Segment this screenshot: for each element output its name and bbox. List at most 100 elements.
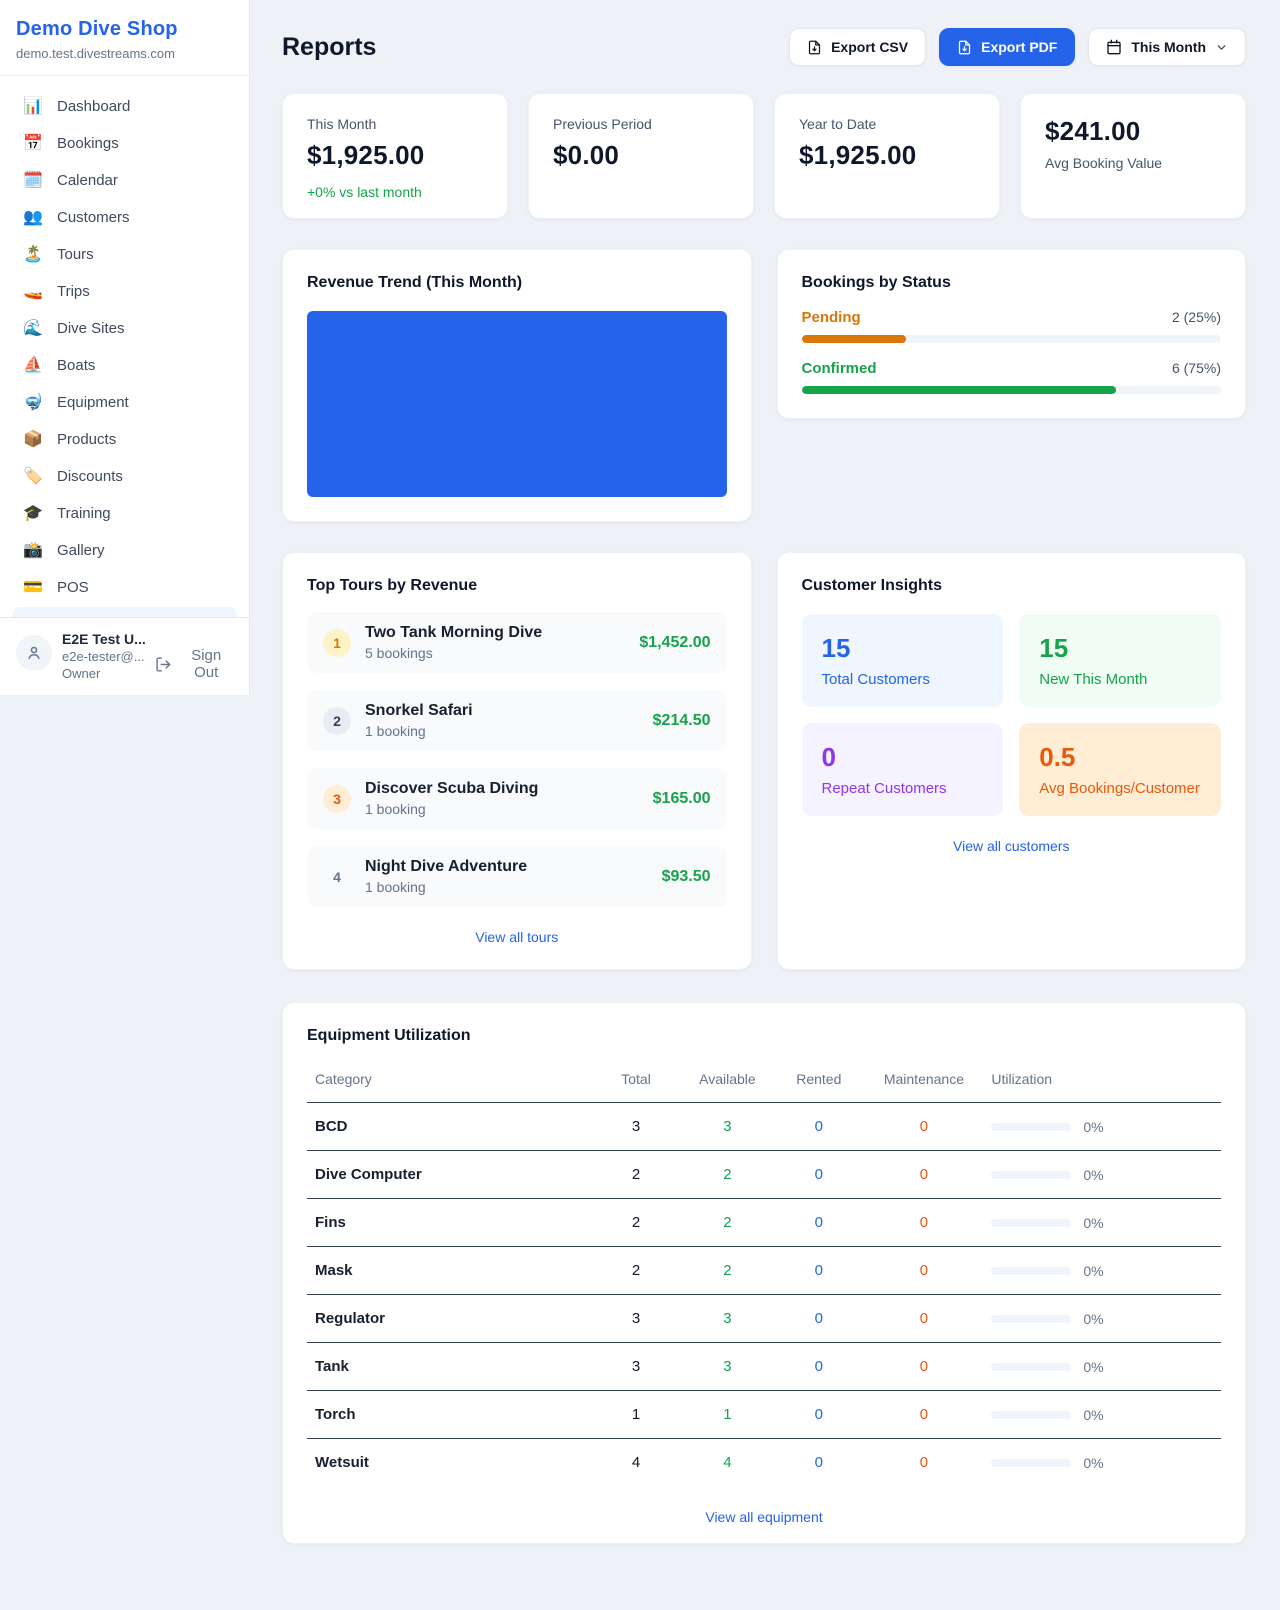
cell-category: Tank — [307, 1343, 590, 1391]
top-tours-card: Top Tours by Revenue 1 Two Tank Morning … — [282, 552, 752, 970]
stat-label: Avg Booking Value — [1045, 155, 1221, 171]
sidebar-item-label: POS — [57, 579, 89, 596]
cell-total: 1 — [590, 1391, 681, 1439]
cell-available: 1 — [682, 1391, 773, 1439]
sidebar-item-calendar[interactable]: 🗓️ Calendar — [12, 162, 237, 199]
utilization-percent: 0% — [1083, 1407, 1103, 1423]
cell-rented: 0 — [773, 1391, 864, 1439]
export-csv-button[interactable]: Export CSV — [789, 28, 926, 66]
sidebar-user-panel: E2E Test U... e2e-tester@... Owner Sign … — [0, 617, 249, 695]
utilization-percent: 0% — [1083, 1167, 1103, 1183]
page-title: Reports — [282, 33, 376, 62]
tile-value: 0.5 — [1039, 742, 1201, 773]
cell-rented: 0 — [773, 1247, 864, 1295]
camera-icon: 📸 — [22, 543, 44, 559]
equipment-utilization-card: Equipment Utilization Category Total Ava… — [282, 1002, 1246, 1544]
sidebar-item-discounts[interactable]: 🏷️ Discounts — [12, 458, 237, 495]
sign-out-icon — [155, 656, 172, 673]
tour-name: Night Dive Adventure — [365, 858, 527, 876]
user-meta: E2E Test U... e2e-tester@... Owner — [62, 631, 145, 681]
stat-label: This Month — [307, 116, 483, 132]
stat-delta: +0% vs last month — [307, 184, 483, 200]
stat-card-avg-booking-value: $241.00 Avg Booking Value — [1020, 93, 1246, 219]
view-all-tours-link[interactable]: View all tours — [307, 929, 727, 945]
tile-value: 0 — [822, 742, 984, 773]
cell-maintenance: 0 — [865, 1103, 984, 1151]
rank-badge: 4 — [323, 863, 351, 891]
sidebar-item-pos[interactable]: 💳 POS — [12, 569, 237, 606]
sidebar-item-equipment[interactable]: 🤿 Equipment — [12, 384, 237, 421]
customer-insights-card: Customer Insights 15 Total Customers 15 … — [777, 552, 1247, 970]
equipment-table-header: Category Total Available Rented Maintena… — [307, 1055, 1221, 1103]
progress-track — [802, 335, 1222, 343]
period-selector[interactable]: This Month — [1088, 28, 1246, 66]
cell-total: 4 — [590, 1439, 681, 1487]
sidebar-item-label: Gallery — [57, 542, 105, 559]
sign-out-button[interactable]: Sign Out — [155, 647, 235, 681]
cell-utilization: 0% — [983, 1151, 1221, 1199]
tile-label: Repeat Customers — [822, 780, 984, 797]
utilization-bar — [991, 1171, 1071, 1179]
stat-label: Year to Date — [799, 116, 975, 132]
table-row: Tank 3 3 0 0 0% — [307, 1343, 1221, 1391]
sidebar-item-boats[interactable]: ⛵ Boats — [12, 347, 237, 384]
sidebar-item-label: Equipment — [57, 394, 129, 411]
charts-row: Revenue Trend (This Month) Bookings by S… — [282, 249, 1246, 522]
utilization-percent: 0% — [1083, 1119, 1103, 1135]
rank-badge: 2 — [323, 707, 351, 735]
cell-maintenance: 0 — [865, 1151, 984, 1199]
avatar — [16, 635, 52, 671]
sidebar-item-label: Boats — [57, 357, 95, 374]
column-header-available: Available — [682, 1055, 773, 1103]
cell-rented: 0 — [773, 1295, 864, 1343]
sidebar-item-dive-sites[interactable]: 🌊 Dive Sites — [12, 310, 237, 347]
status-label-confirmed: Confirmed — [802, 360, 877, 377]
credit-card-icon: 💳 — [22, 580, 44, 596]
sidebar-item-reports-active-partial[interactable] — [12, 607, 237, 617]
utilization-percent: 0% — [1083, 1263, 1103, 1279]
utilization-bar — [991, 1363, 1071, 1371]
cell-maintenance: 0 — [865, 1199, 984, 1247]
tour-row: 1 Two Tank Morning Dive 5 bookings $1,45… — [307, 612, 727, 673]
cell-rented: 0 — [773, 1439, 864, 1487]
file-download-icon — [807, 40, 822, 55]
export-pdf-button[interactable]: Export PDF — [939, 28, 1075, 66]
sidebar-item-trips[interactable]: 🚤 Trips — [12, 273, 237, 310]
sidebar-item-products[interactable]: 📦 Products — [12, 421, 237, 458]
utilization-percent: 0% — [1083, 1215, 1103, 1231]
cell-utilization: 0% — [983, 1199, 1221, 1247]
sidebar-item-tours[interactable]: 🏝️ Tours — [12, 236, 237, 273]
revenue-trend-card: Revenue Trend (This Month) — [282, 249, 752, 522]
sidebar-item-dashboard[interactable]: 📊 Dashboard — [12, 88, 237, 125]
customer-insights-title: Customer Insights — [802, 577, 1222, 595]
sidebar-item-customers[interactable]: 👥 Customers — [12, 199, 237, 236]
tour-revenue: $1,452.00 — [639, 634, 710, 652]
cell-total: 3 — [590, 1343, 681, 1391]
user-role: Owner — [62, 666, 145, 681]
utilization-bar — [991, 1267, 1071, 1275]
cell-available: 4 — [682, 1439, 773, 1487]
sidebar-item-label: Bookings — [57, 135, 119, 152]
dive-mask-icon: 🤿 — [22, 395, 44, 411]
sidebar-item-training[interactable]: 🎓 Training — [12, 495, 237, 532]
table-row: Wetsuit 4 4 0 0 0% — [307, 1439, 1221, 1487]
table-row: Mask 2 2 0 0 0% — [307, 1247, 1221, 1295]
view-all-customers-link[interactable]: View all customers — [802, 838, 1222, 854]
view-all-equipment-link[interactable]: View all equipment — [307, 1509, 1221, 1525]
main-content: Reports Export CSV Export PDF — [250, 0, 1280, 1578]
utilization-percent: 0% — [1083, 1359, 1103, 1375]
header-actions: Export CSV Export PDF This Month — [789, 28, 1246, 66]
stat-card-year-to-date: Year to Date $1,925.00 — [774, 93, 1000, 219]
sidebar-item-label: Dive Sites — [57, 320, 125, 337]
cell-total: 2 — [590, 1247, 681, 1295]
cell-category: BCD — [307, 1103, 590, 1151]
shop-domain: demo.test.divestreams.com — [16, 46, 233, 61]
speedboat-icon: 🚤 — [22, 284, 44, 300]
rank-badge: 1 — [323, 629, 351, 657]
sidebar-item-bookings[interactable]: 📅 Bookings — [12, 125, 237, 162]
export-csv-label: Export CSV — [831, 39, 908, 55]
file-download-icon — [957, 40, 972, 55]
cell-utilization: 0% — [983, 1247, 1221, 1295]
column-header-rented: Rented — [773, 1055, 864, 1103]
sidebar-item-gallery[interactable]: 📸 Gallery — [12, 532, 237, 569]
